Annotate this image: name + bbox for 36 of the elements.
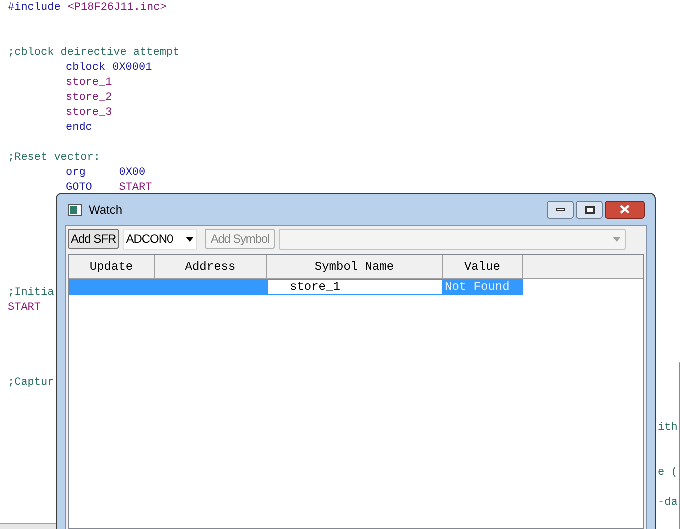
code-token: ;Initia bbox=[8, 286, 54, 301]
symbol-name-field[interactable]: store_1 bbox=[267, 279, 443, 295]
code-token: e ( bbox=[658, 467, 678, 479]
code-token: GOTO bbox=[66, 181, 94, 196]
maximize-button[interactable] bbox=[576, 200, 603, 218]
column-header[interactable]: Value bbox=[443, 255, 523, 278]
column-header[interactable]: Address bbox=[155, 255, 267, 278]
column-header[interactable]: Symbol Name bbox=[267, 255, 443, 278]
code-token: ;cblock deirective attempt bbox=[8, 46, 180, 61]
code-token: #include bbox=[8, 1, 61, 16]
code-token: store_2 bbox=[66, 91, 112, 106]
minimize-button[interactable] bbox=[547, 200, 574, 218]
code-token: ith bbox=[658, 422, 678, 434]
code-token: ;Reset vector: bbox=[8, 151, 100, 166]
code-token: <P18F26J11.inc> bbox=[68, 1, 167, 16]
column-header[interactable]: Update bbox=[69, 255, 155, 278]
close-button[interactable] bbox=[605, 200, 645, 218]
close-icon bbox=[620, 205, 630, 214]
add-sfr-button[interactable]: Add SFR bbox=[68, 229, 120, 249]
code-token: store_3 bbox=[66, 106, 112, 121]
window-title: Watch bbox=[89, 202, 123, 218]
caret-icon bbox=[186, 236, 194, 242]
code-token: START bbox=[8, 301, 42, 316]
code-token: START bbox=[119, 181, 152, 196]
window-icon bbox=[68, 204, 82, 216]
code-token: 0X0001 bbox=[112, 61, 152, 76]
code-token: org bbox=[66, 166, 87, 181]
code-token: store_1 bbox=[66, 76, 112, 91]
code-token: -da bbox=[658, 497, 678, 509]
code-token: cblock bbox=[66, 61, 106, 76]
code-token: endc bbox=[66, 121, 92, 136]
sfr-select[interactable]: ADCON0 bbox=[123, 228, 198, 250]
table-cell: Not Found bbox=[443, 279, 523, 295]
code-token: ;Captur bbox=[8, 376, 54, 391]
code-token: 0X00 bbox=[119, 166, 146, 181]
caret-icon bbox=[613, 236, 621, 242]
